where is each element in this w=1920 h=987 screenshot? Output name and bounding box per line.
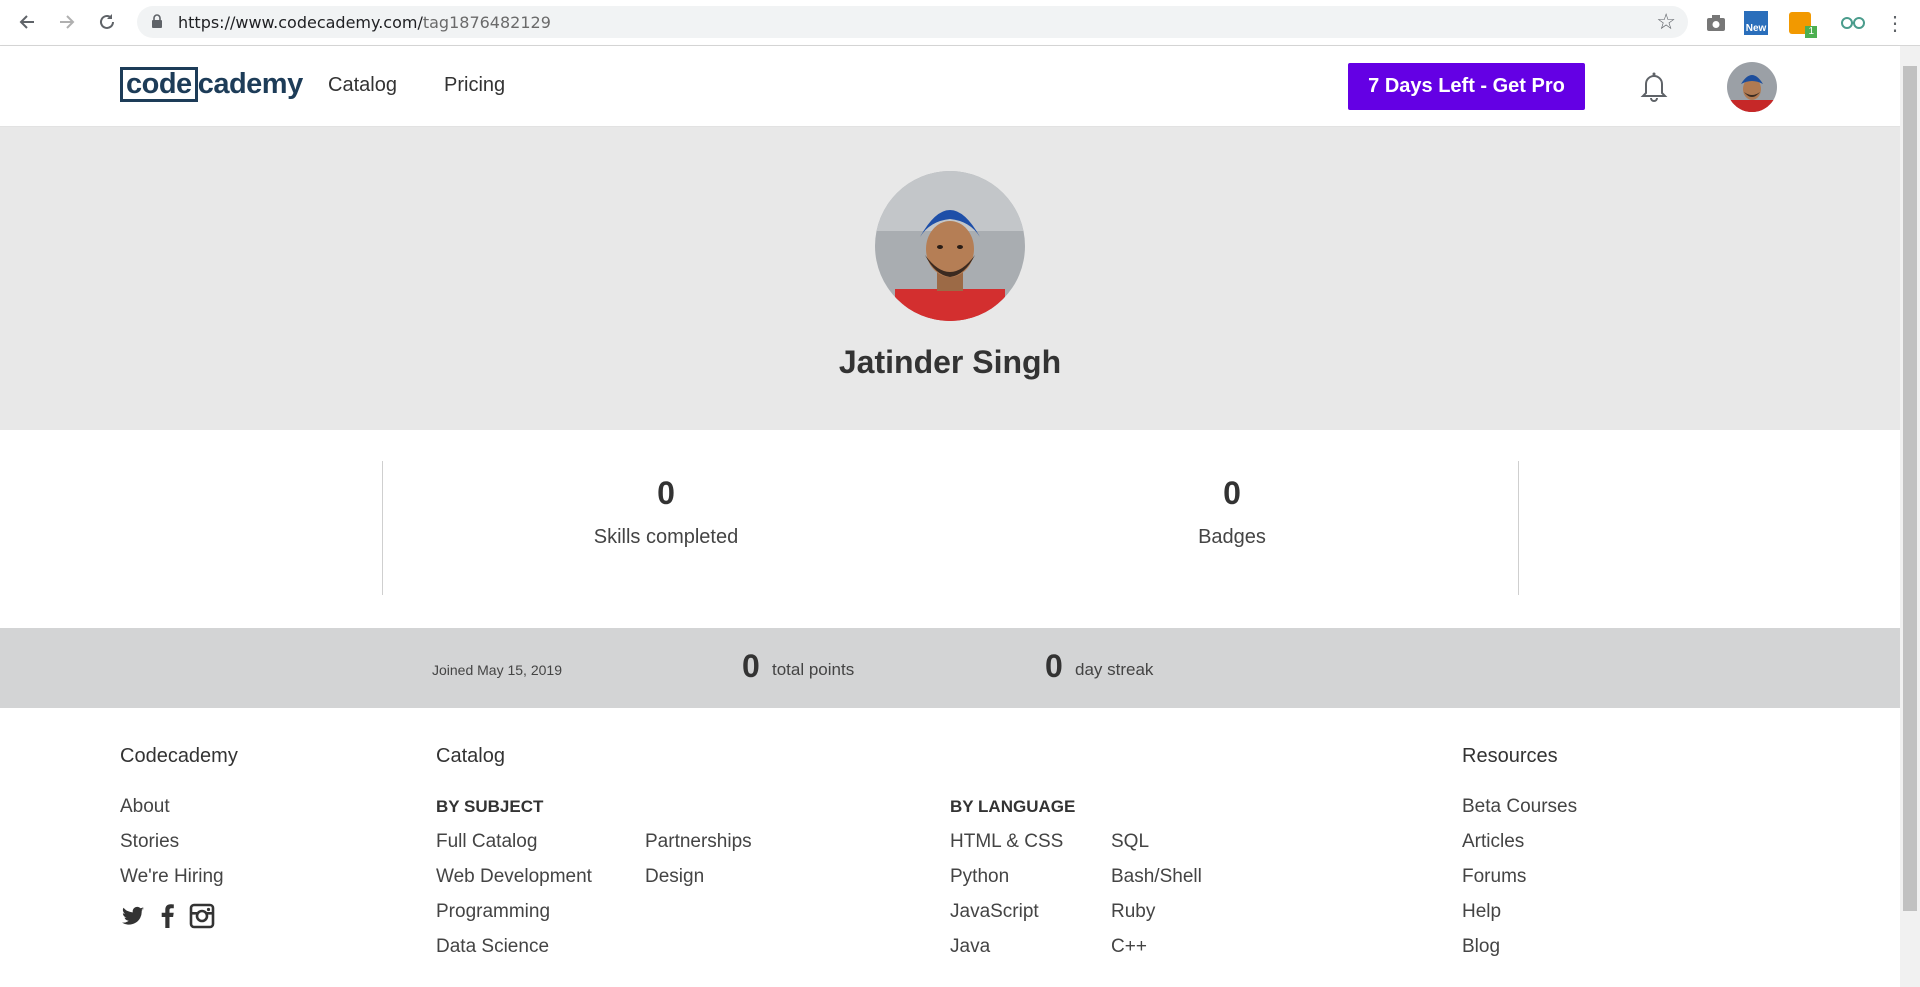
footer-link-cpp[interactable]: C++: [1111, 936, 1147, 958]
browser-toolbar: https://www.codecademy.com/tag1876482129…: [0, 0, 1920, 46]
footer-link-hiring[interactable]: We're Hiring: [120, 866, 224, 888]
stats-panel: 0 Skills completed 0 Badges: [382, 461, 1519, 595]
kebab-menu-icon[interactable]: ⋮: [1885, 9, 1905, 37]
footer-heading-codecademy: Codecademy: [120, 745, 238, 767]
site-header: code cademy Catalog Pricing 7 Days Left -…: [0, 46, 1900, 127]
footer-link-python[interactable]: Python: [950, 866, 1009, 888]
logo-code: code: [120, 66, 198, 102]
activity-band: Joined May 15, 2019 0 total points 0 day…: [0, 628, 1900, 708]
footer-link-programming[interactable]: Programming: [436, 901, 550, 923]
day-streak-label: day streak: [1075, 660, 1154, 679]
reload-icon[interactable]: [95, 10, 119, 34]
badges-stat: 0 Badges: [1032, 461, 1432, 549]
footer-link-help[interactable]: Help: [1462, 901, 1501, 923]
extension-badge-count: 1: [1805, 26, 1817, 38]
footer-heading-catalog: Catalog: [436, 745, 505, 767]
footer-subheading-by-language: BY LANGUAGE: [950, 797, 1076, 816]
day-streak-value: 0: [1045, 648, 1063, 684]
footer-link-javascript[interactable]: JavaScript: [950, 901, 1039, 923]
profile-avatar: [875, 171, 1025, 321]
footer-link-articles[interactable]: Articles: [1462, 831, 1524, 853]
skills-stat: 0 Skills completed: [466, 461, 866, 549]
footer-link-web-development[interactable]: Web Development: [436, 866, 592, 888]
orange-extension-icon[interactable]: 1: [1785, 9, 1817, 38]
footer-heading-resources: Resources: [1462, 745, 1558, 767]
back-icon[interactable]: [15, 10, 39, 34]
footer-link-partnerships[interactable]: Partnerships: [645, 831, 752, 853]
footer-link-blog[interactable]: Blog: [1462, 936, 1500, 958]
footer-link-stories[interactable]: Stories: [120, 831, 179, 853]
footer-link-full-catalog[interactable]: Full Catalog: [436, 831, 537, 853]
forward-icon[interactable]: [55, 10, 79, 34]
footer-link-beta-courses[interactable]: Beta Courses: [1462, 796, 1577, 818]
nav-pricing[interactable]: Pricing: [444, 74, 505, 97]
footer-link-data-science[interactable]: Data Science: [436, 936, 549, 958]
profile-hero: Jatinder Singh: [0, 127, 1900, 430]
bell-icon[interactable]: [1640, 70, 1668, 102]
user-avatar-icon[interactable]: [1727, 62, 1777, 112]
url-text: https://www.codecademy.com/tag1876482129: [178, 13, 551, 32]
camera-extension-icon[interactable]: [1704, 9, 1728, 37]
new-extension-icon[interactable]: New: [1741, 9, 1771, 37]
footer-subheading-by-subject: BY SUBJECT: [436, 797, 544, 816]
get-pro-button[interactable]: 7 Days Left - Get Pro: [1348, 63, 1585, 110]
footer-link-design[interactable]: Design: [645, 866, 704, 888]
joined-date: Joined May 15, 2019: [432, 662, 562, 678]
total-points-value: 0: [742, 648, 760, 684]
twitter-icon[interactable]: [120, 903, 146, 929]
total-points-label: total points: [772, 660, 855, 679]
new-badge: New: [1743, 23, 1769, 35]
profile-name: Jatinder Singh: [838, 344, 1062, 380]
footer-link-sql[interactable]: SQL: [1111, 831, 1149, 853]
nav-catalog[interactable]: Catalog: [328, 74, 397, 97]
badges-count: 0: [1223, 475, 1241, 511]
skills-label: Skills completed: [593, 526, 739, 548]
address-bar[interactable]: https://www.codecademy.com/tag1876482129…: [137, 6, 1688, 38]
bookmark-star-icon[interactable]: ☆: [1656, 9, 1676, 35]
logo-cademy: cademy: [197, 67, 304, 100]
footer-link-java[interactable]: Java: [950, 936, 990, 958]
facebook-icon[interactable]: [155, 903, 181, 929]
lock-icon: [152, 14, 162, 28]
footer-link-bash-shell[interactable]: Bash/Shell: [1111, 866, 1202, 888]
instagram-icon[interactable]: [189, 903, 215, 929]
footer-link-html-css[interactable]: HTML & CSS: [950, 831, 1063, 853]
skills-count: 0: [657, 475, 675, 511]
scrollbar-thumb[interactable]: [1903, 66, 1917, 911]
codecademy-logo[interactable]: code cademy: [120, 66, 303, 102]
glasses-extension-icon[interactable]: [1838, 9, 1868, 37]
footer-link-about[interactable]: About: [120, 796, 170, 818]
badges-label: Badges: [1198, 526, 1266, 548]
footer-link-ruby[interactable]: Ruby: [1111, 901, 1155, 923]
site-footer: Codecademy About Stories We're Hiring Ca…: [0, 708, 1900, 987]
footer-link-forums[interactable]: Forums: [1462, 866, 1526, 888]
